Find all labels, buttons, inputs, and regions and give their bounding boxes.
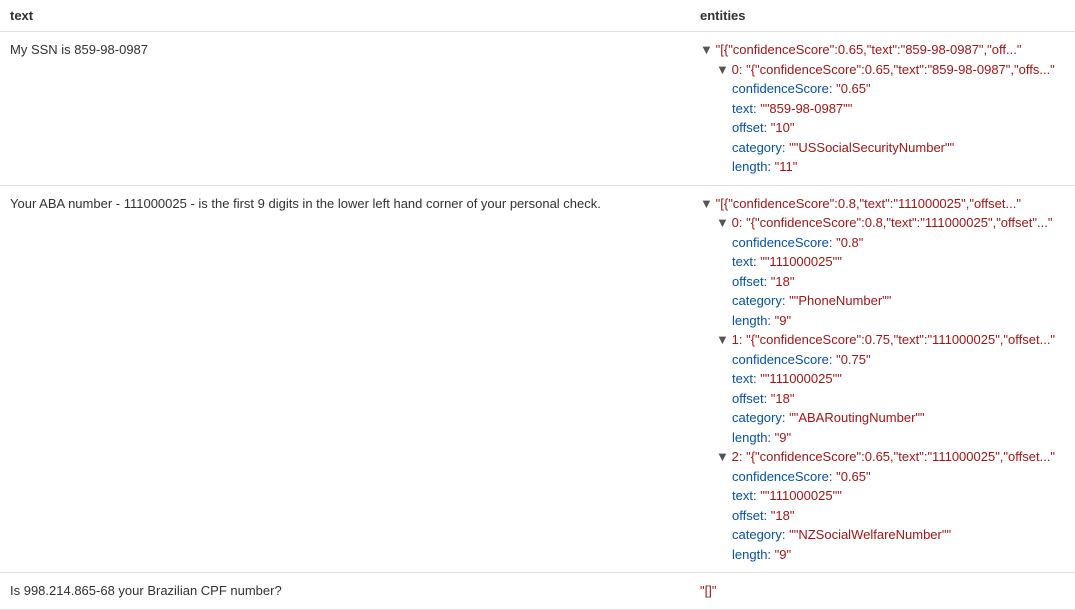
table-row: Is 998.214.865-68 your Brazilian CPF num… [0,573,1075,610]
table-row: My SSN is 859-98-0987 ▼ "[{"confidenceSc… [0,32,1075,186]
cell-entities: ▼ "[{"confidenceScore":0.65,"text":"859-… [690,32,1075,186]
tree-index: 0: [732,215,746,230]
column-header-text[interactable]: text [0,0,690,32]
tree-prop: category: ""NZSocialWelfareNumber"" [700,525,1065,545]
tree-prop: length: "9" [700,545,1065,565]
tree-root[interactable]: ▼ "[{"confidenceScore":0.8,"text":"11100… [700,194,1065,214]
tree-prop: offset: "18" [700,272,1065,292]
tree-index: 0: [732,62,746,77]
tree-item-summary: "{"confidenceScore":0.75,"text":"1110000… [746,332,1055,347]
tree-root-label: "[{"confidenceScore":0.8,"text":"1110000… [716,196,1021,211]
tree-prop: text: ""111000025"" [700,369,1065,389]
tree-prop: text: ""111000025"" [700,486,1065,506]
tree-item[interactable]: ▼ 2: "{"confidenceScore":0.65,"text":"11… [700,447,1065,467]
tree-prop: confidenceScore: "0.65" [700,79,1065,99]
tree-root-empty: "[]" [700,583,716,598]
tree-root[interactable]: ▼ "[{"confidenceScore":0.65,"text":"859-… [700,40,1065,60]
table-row: Your ABA number - 111000025 - is the fir… [0,185,1075,573]
json-tree: ▼ "[{"confidenceScore":0.8,"text":"11100… [700,194,1065,565]
caret-down-icon[interactable]: ▼ [716,60,728,80]
tree-item[interactable]: ▼ 1: "{"confidenceScore":0.75,"text":"11… [700,330,1065,350]
caret-down-icon[interactable]: ▼ [716,213,728,233]
tree-prop: category: ""ABARoutingNumber"" [700,408,1065,428]
cell-entities: ▼ "[{"confidenceScore":0.8,"text":"11100… [690,185,1075,573]
table-header-row: text entities [0,0,1075,32]
tree-prop: text: ""111000025"" [700,252,1065,272]
tree-prop: confidenceScore: "0.65" [700,467,1065,487]
tree-prop: confidenceScore: "0.8" [700,233,1065,253]
caret-down-icon[interactable]: ▼ [716,447,728,467]
caret-down-icon[interactable]: ▼ [700,194,712,214]
tree-prop: offset: "18" [700,389,1065,409]
tree-item-summary: "{"confidenceScore":0.8,"text":"11100002… [746,215,1052,230]
tree-root-label: "[{"confidenceScore":0.65,"text":"859-98… [716,42,1022,57]
tree-prop: offset: "18" [700,506,1065,526]
tree-item-summary: "{"confidenceScore":0.65,"text":"1110000… [746,449,1055,464]
column-header-entities[interactable]: entities [690,0,1075,32]
tree-prop: category: ""USSocialSecurityNumber"" [700,138,1065,158]
tree-item[interactable]: ▼ 0: "{"confidenceScore":0.65,"text":"85… [700,60,1065,80]
caret-down-icon[interactable]: ▼ [716,330,728,350]
tree-item[interactable]: ▼ 0: "{"confidenceScore":0.8,"text":"111… [700,213,1065,233]
tree-item-summary: "{"confidenceScore":0.65,"text":"859-98-… [746,62,1055,77]
tree-prop: length: "11" [700,157,1065,177]
tree-index: 2: [732,449,746,464]
cell-entities: "[]" [690,573,1075,610]
tree-prop: category: ""PhoneNumber"" [700,291,1065,311]
json-tree: ▼ "[{"confidenceScore":0.65,"text":"859-… [700,40,1065,177]
tree-prop: offset: "10" [700,118,1065,138]
cell-text: Is 998.214.865-68 your Brazilian CPF num… [0,573,690,610]
tree-prop: text: ""859-98-0987"" [700,99,1065,119]
tree-prop: confidenceScore: "0.75" [700,350,1065,370]
results-table: text entities My SSN is 859-98-0987 ▼ "[… [0,0,1075,610]
caret-down-icon[interactable]: ▼ [700,40,712,60]
cell-text: My SSN is 859-98-0987 [0,32,690,186]
tree-index: 1: [732,332,746,347]
tree-prop: length: "9" [700,428,1065,448]
cell-text: Your ABA number - 111000025 - is the fir… [0,185,690,573]
tree-prop: length: "9" [700,311,1065,331]
